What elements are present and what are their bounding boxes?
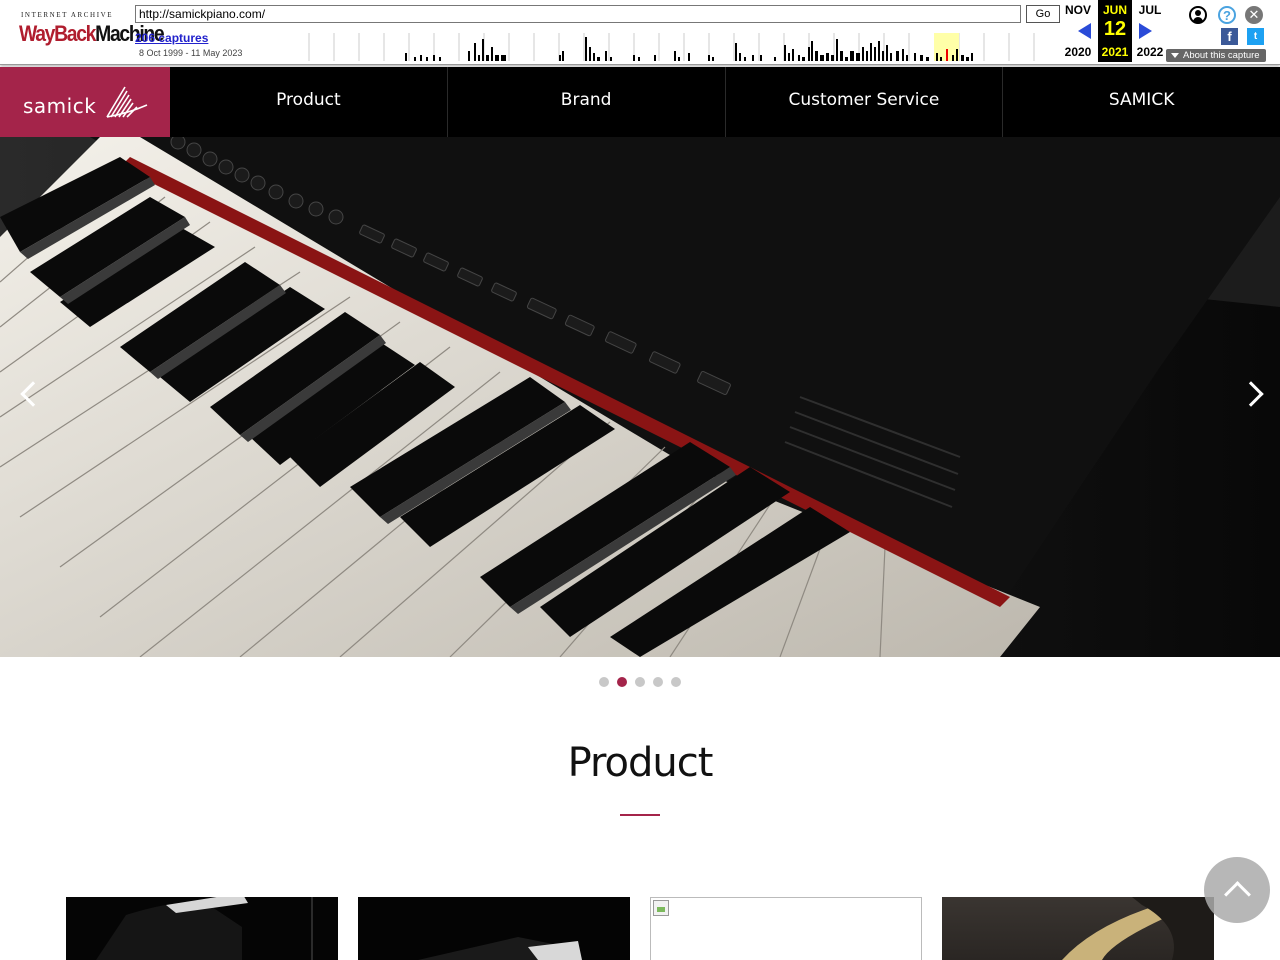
- section-title-product: Product: [567, 740, 714, 786]
- nav-item-brand[interactable]: Brand: [446, 67, 725, 137]
- slider-dot-1[interactable]: [599, 677, 609, 687]
- slider-dot-5[interactable]: [671, 677, 681, 687]
- slider-dot-4[interactable]: [653, 677, 663, 687]
- facebook-icon[interactable]: f: [1221, 28, 1238, 45]
- slider-dot-2[interactable]: [617, 677, 627, 687]
- current-month-label: JUN: [1102, 3, 1127, 17]
- digital-piano-image: [418, 937, 582, 960]
- broken-image-icon: [653, 900, 669, 916]
- close-icon[interactable]: ✕: [1245, 6, 1263, 24]
- current-day-label: 12: [1103, 18, 1127, 40]
- slider-pagination: [0, 674, 1280, 687]
- site-header: samick Product Brand Customer Service SA…: [0, 67, 1280, 137]
- wayback-toolbar: INTERNET ARCHIVE WayBackMachine Go 206 c…: [0, 0, 1280, 65]
- nav-item-customer-service[interactable]: Customer Service: [724, 67, 1003, 137]
- wayback-go-button[interactable]: Go: [1026, 5, 1060, 23]
- product-card-grand-piano[interactable]: [66, 897, 338, 960]
- samick-logo[interactable]: samick: [0, 67, 170, 137]
- next-year-label: 2022: [1136, 45, 1164, 59]
- nav-item-samick[interactable]: SAMICK: [1002, 67, 1280, 137]
- wayback-logo[interactable]: INTERNET ARCHIVE WayBackMachine: [19, 9, 165, 53]
- current-year-label: 2021: [1101, 45, 1129, 59]
- prev-year-label: 2020: [1064, 45, 1092, 59]
- user-icon[interactable]: [1189, 6, 1207, 24]
- wayback-logo-caption: INTERNET ARCHIVE: [21, 11, 114, 19]
- product-card-accessory[interactable]: [942, 897, 1214, 960]
- wayback-date-range: 8 Oct 1999 - 11 May 2023: [139, 48, 243, 58]
- main-nav: Product Brand Customer Service SAMICK: [170, 67, 1280, 137]
- wayback-current-date: JUN 12 2021: [1098, 0, 1132, 62]
- product-card-broken-image[interactable]: [650, 897, 922, 960]
- sparkline-year-dividers: [308, 33, 1035, 61]
- hero-slider: [0, 137, 1280, 657]
- product-card-digital-piano[interactable]: [358, 897, 630, 960]
- about-capture-button[interactable]: About this capture: [1166, 49, 1266, 62]
- slider-dot-3[interactable]: [635, 677, 645, 687]
- prev-month-label: NOV: [1064, 3, 1091, 17]
- twitter-icon[interactable]: t: [1247, 28, 1264, 45]
- prev-arrow-icon[interactable]: [1078, 23, 1091, 39]
- nav-item-product[interactable]: Product: [170, 67, 447, 137]
- wayback-url-input[interactable]: [135, 5, 1021, 23]
- hero-piano-image: [0, 137, 1280, 657]
- section-title-underline: [620, 814, 660, 816]
- wayback-captures-link[interactable]: 206 captures: [135, 31, 208, 45]
- next-arrow-icon[interactable]: [1139, 23, 1152, 39]
- scroll-to-top-button[interactable]: [1204, 857, 1270, 923]
- sparkline-current-capture-marker: [946, 49, 948, 61]
- wayback-capture-sparkline[interactable]: [308, 33, 1060, 61]
- wayback-logo-word-wayback: WayBack: [19, 21, 96, 46]
- sparkline-bars: [405, 37, 973, 61]
- accessory-image: [1062, 897, 1214, 960]
- grand-piano-image: [96, 897, 313, 960]
- next-month-label: JUL: [1138, 3, 1162, 17]
- samick-logo-mark-icon: [106, 86, 148, 118]
- samick-logo-text: samick: [23, 94, 97, 118]
- help-icon[interactable]: ?: [1218, 6, 1236, 24]
